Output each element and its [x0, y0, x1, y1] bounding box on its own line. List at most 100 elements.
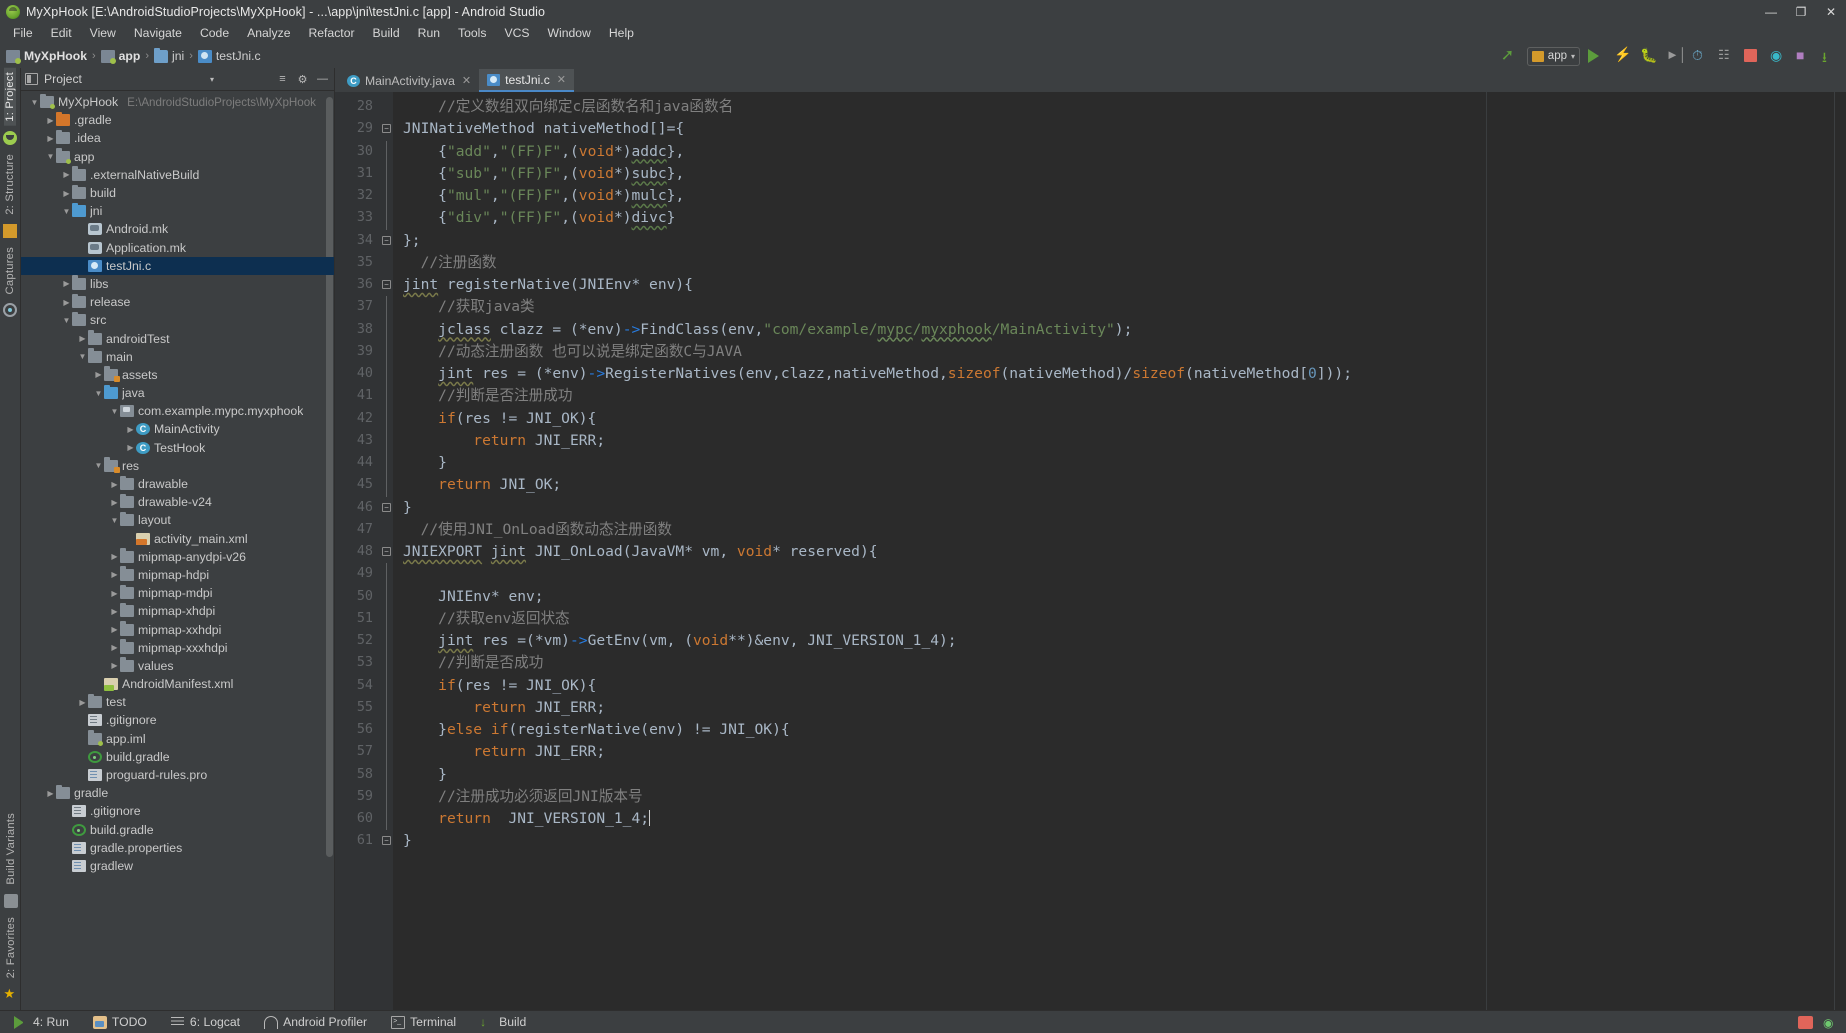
menu-item-window[interactable]: Window	[539, 25, 600, 41]
code-line[interactable]: }	[393, 452, 1846, 474]
code-line[interactable]: return JNI_ERR;	[393, 430, 1846, 452]
expand-arrow-icon[interactable]: ▶	[125, 443, 136, 452]
tree-item-values[interactable]: ▶ values	[21, 657, 334, 675]
code-line[interactable]: JNINativeMethod nativeMethod[]={	[393, 118, 1846, 140]
fold-expand-icon[interactable]: −	[382, 502, 391, 512]
breadcrumb-item-testjni-c[interactable]: testJni.c	[197, 49, 261, 63]
run-configuration-selector[interactable]: app ▾	[1526, 46, 1580, 66]
expand-arrow-icon[interactable]: ▼	[61, 207, 72, 216]
expand-arrow-icon[interactable]: ▼	[45, 152, 56, 161]
debug-button[interactable]: 🐛	[1640, 47, 1658, 65]
editor-tab-mainactivity-java[interactable]: C MainActivity.java ✕	[339, 69, 480, 92]
code-editor[interactable]: 28 29 30 31 32 33 34 35 36 37 38 39 40 41 42 43 44 45 46 47…	[335, 92, 1846, 1010]
expand-arrow-icon[interactable]: ▼	[93, 389, 104, 398]
tree-item-mipmap-xhdpi[interactable]: ▶ mipmap-xhdpi	[21, 602, 334, 620]
expand-arrow-icon[interactable]: ▶	[109, 607, 120, 616]
tree-item-proguard-rules-pro[interactable]: proguard-rules.pro	[21, 766, 334, 784]
tree-item-gradlew[interactable]: gradlew	[21, 857, 334, 875]
code-line[interactable]: jint res =(*vm)->GetEnv(vm, (void**)&env…	[393, 630, 1846, 652]
tree-item-main[interactable]: ▼ main	[21, 348, 334, 366]
project-tree[interactable]: ▼ MyXpHook E:\AndroidStudioProjects\MyXpHo…	[21, 91, 334, 1010]
code-line[interactable]: JNIEnv* env;	[393, 586, 1846, 608]
menu-item-analyze[interactable]: Analyze	[238, 25, 299, 41]
code-line[interactable]: return JNI_ERR;	[393, 697, 1846, 719]
code-line[interactable]: //获取env返回状态	[393, 608, 1846, 630]
expand-arrow-icon[interactable]: ▶	[61, 170, 72, 179]
expand-arrow-icon[interactable]: ▶	[45, 134, 56, 143]
fold-expand-icon[interactable]: −	[382, 235, 391, 245]
sidebar-tab-captures[interactable]: Captures	[4, 243, 16, 298]
run-button[interactable]	[1588, 47, 1606, 65]
code-line[interactable]: //注册函数	[393, 252, 1846, 274]
code-line[interactable]: //定义数组双向绑定c层函数名和java函数名	[393, 96, 1846, 118]
expand-arrow-icon[interactable]: ▶	[109, 570, 120, 579]
code-line[interactable]: return JNI_VERSION_1_4;	[393, 808, 1846, 830]
code-line[interactable]: //使用JNI_OnLoad函数动态注册函数	[393, 519, 1846, 541]
code-line[interactable]: }	[393, 764, 1846, 786]
code-line[interactable]: //动态注册函数 也可以说是绑定函数C与JAVA	[393, 341, 1846, 363]
expand-arrow-icon[interactable]: ▼	[93, 461, 104, 470]
attach-debugger-icon[interactable]: ☷	[1718, 47, 1736, 65]
code-line[interactable]: };	[393, 230, 1846, 252]
status-item-build[interactable]: ↓ Build	[480, 1015, 526, 1029]
menu-item-run[interactable]: Run	[409, 25, 449, 41]
code-line[interactable]	[393, 563, 1846, 585]
tree-item-androidmanifest-xml[interactable]: AndroidManifest.xml	[21, 675, 334, 693]
menu-item-code[interactable]: Code	[191, 25, 238, 41]
code-line[interactable]: }	[393, 830, 1846, 852]
status-item-terminal[interactable]: >_ Terminal	[391, 1015, 456, 1029]
menu-item-tools[interactable]: Tools	[449, 25, 495, 41]
tree-item-layout[interactable]: ▼ layout	[21, 511, 334, 529]
build-variants-icon[interactable]	[3, 223, 17, 238]
tree-item--gitignore[interactable]: .gitignore	[21, 711, 334, 729]
sidebar-tab-favorites[interactable]: 2: Favorites	[5, 913, 17, 982]
error-stripe-markers[interactable]	[1834, 92, 1846, 1010]
avd-manager-icon[interactable]: ◉	[1770, 47, 1788, 65]
menu-item-vcs[interactable]: VCS	[495, 25, 538, 41]
code-content[interactable]: //定义数组双向绑定c层函数名和java函数名 JNINativeMethod n…	[393, 92, 1846, 1010]
expand-arrow-icon[interactable]: ▶	[109, 552, 120, 561]
tree-item--externalnativebuild[interactable]: ▶ .externalNativeBuild	[21, 166, 334, 184]
back-arrow-icon[interactable]: ➚	[1501, 47, 1519, 65]
tree-item-application-mk[interactable]: Application.mk	[21, 239, 334, 257]
expand-arrow-icon[interactable]: ▶	[109, 498, 120, 507]
code-line[interactable]: }else if(registerNative(env) != JNI_OK){	[393, 719, 1846, 741]
star-icon[interactable]: ★	[4, 987, 18, 1001]
tree-item-drawable[interactable]: ▶ drawable	[21, 475, 334, 493]
close-icon[interactable]: ✕	[557, 73, 566, 86]
expand-arrow-icon[interactable]: ▼	[61, 316, 72, 325]
tree-item-gradle[interactable]: ▶ gradle	[21, 784, 334, 802]
expand-arrow-icon[interactable]: ▼	[109, 516, 120, 525]
tree-item--gradle[interactable]: ▶ .gradle	[21, 111, 334, 129]
run-to-cursor-icon[interactable]: ►│	[1666, 47, 1687, 65]
breadcrumb-item-myxphook[interactable]: MyXpHook	[6, 49, 87, 64]
code-line[interactable]: }	[393, 497, 1846, 519]
status-item-4--run[interactable]: 4: Run	[14, 1015, 69, 1029]
code-line[interactable]: if(res != JNI_OK){	[393, 675, 1846, 697]
menu-item-help[interactable]: Help	[600, 25, 643, 41]
tree-item-activity-main-xml[interactable]: activity_main.xml	[21, 530, 334, 548]
tree-item-res[interactable]: ▼ res	[21, 457, 334, 475]
code-line[interactable]: //获取java类	[393, 296, 1846, 318]
tree-item-gradle-properties[interactable]: gradle.properties	[21, 839, 334, 857]
stop-button[interactable]	[1744, 47, 1762, 65]
code-folding-column[interactable]: − − − − − −	[381, 92, 393, 1010]
close-button[interactable]: ✕	[1816, 0, 1846, 23]
expand-arrow-icon[interactable]: ▶	[61, 279, 72, 288]
expand-arrow-icon[interactable]: ▶	[109, 589, 120, 598]
code-line[interactable]: jclass clazz = (*env)->FindClass(env,"co…	[393, 319, 1846, 341]
sidebar-tab-project[interactable]: 1: Project	[4, 68, 16, 126]
maximize-button[interactable]: ❐	[1786, 0, 1816, 23]
expand-arrow-icon[interactable]: ▶	[109, 480, 120, 489]
profiler-button[interactable]: ⏱	[1692, 47, 1710, 65]
close-icon[interactable]: ✕	[462, 74, 471, 87]
menu-item-build[interactable]: Build	[364, 25, 409, 41]
expand-arrow-icon[interactable]: ▶	[109, 661, 120, 670]
code-line[interactable]: {"sub","(FF)F",(void*)subc},	[393, 163, 1846, 185]
tree-item-myxphook[interactable]: ▼ MyXpHook E:\AndroidStudioProjects\MyXpHo…	[21, 93, 334, 111]
expand-arrow-icon[interactable]: ▶	[45, 789, 56, 798]
menu-item-view[interactable]: View	[81, 25, 125, 41]
tree-item-build-gradle[interactable]: build.gradle	[21, 748, 334, 766]
tree-item-mipmap-mdpi[interactable]: ▶ mipmap-mdpi	[21, 584, 334, 602]
menu-item-refactor[interactable]: Refactor	[299, 25, 363, 41]
